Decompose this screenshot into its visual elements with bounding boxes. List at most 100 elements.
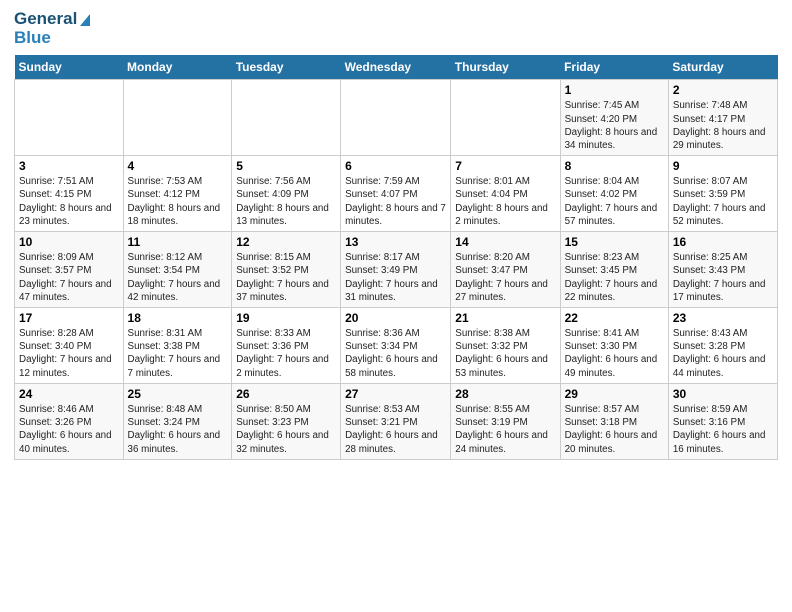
col-header-monday: Monday — [123, 55, 232, 80]
day-cell: 25 Sunrise: 8:48 AM Sunset: 3:24 PM Dayli… — [123, 383, 232, 459]
day-info: Sunrise: 8:59 AM Sunset: 3:16 PM Dayligh… — [673, 403, 773, 456]
day-info: Sunrise: 8:48 AM Sunset: 3:24 PM Dayligh… — [128, 403, 228, 456]
header-row: SundayMondayTuesdayWednesdayThursdayFrid… — [15, 55, 778, 80]
logo-blue: Blue — [14, 29, 90, 48]
day-info: Sunrise: 8:53 AM Sunset: 3:21 PM Dayligh… — [345, 403, 446, 456]
day-info: Sunrise: 7:53 AM Sunset: 4:12 PM Dayligh… — [128, 175, 228, 228]
week-row-3: 17 Sunrise: 8:28 AM Sunset: 3:40 PM Dayli… — [15, 308, 778, 384]
day-number: 26 — [236, 387, 336, 401]
day-cell: 30 Sunrise: 8:59 AM Sunset: 3:16 PM Dayli… — [668, 383, 777, 459]
day-cell: 13 Sunrise: 8:17 AM Sunset: 3:49 PM Dayli… — [341, 232, 451, 308]
day-cell: 21 Sunrise: 8:38 AM Sunset: 3:32 PM Dayli… — [451, 308, 560, 384]
day-cell: 27 Sunrise: 8:53 AM Sunset: 3:21 PM Dayli… — [341, 383, 451, 459]
day-cell: 8 Sunrise: 8:04 AM Sunset: 4:02 PM Daylig… — [560, 156, 668, 232]
day-number: 12 — [236, 235, 336, 249]
day-info: Sunrise: 8:31 AM Sunset: 3:38 PM Dayligh… — [128, 327, 228, 380]
day-info: Sunrise: 8:01 AM Sunset: 4:04 PM Dayligh… — [455, 175, 555, 228]
day-number: 3 — [19, 159, 119, 173]
day-cell: 16Sunrise: 8:25 AM Sunset: 3:43 PM Dayli… — [668, 232, 777, 308]
day-number: 6 — [345, 159, 446, 173]
day-number: 14 — [455, 235, 555, 249]
day-info: Sunrise: 7:56 AM Sunset: 4:09 PM Dayligh… — [236, 175, 336, 228]
day-cell: 26Sunrise: 8:50 AM Sunset: 3:23 PM Dayli… — [232, 383, 341, 459]
day-cell: 2Sunrise: 7:48 AM Sunset: 4:17 PM Daylig… — [668, 80, 777, 156]
day-info: Sunrise: 8:55 AM Sunset: 3:19 PM Dayligh… — [455, 403, 555, 456]
day-number: 11 — [128, 235, 228, 249]
week-row-1: 3 Sunrise: 7:51 AM Sunset: 4:15 PM Daylig… — [15, 156, 778, 232]
day-number: 23 — [673, 311, 773, 325]
day-cell: 18 Sunrise: 8:31 AM Sunset: 3:38 PM Dayli… — [123, 308, 232, 384]
day-info: Sunrise: 8:43 AM Sunset: 3:28 PM Dayligh… — [673, 327, 773, 380]
day-number: 20 — [345, 311, 446, 325]
col-header-tuesday: Tuesday — [232, 55, 341, 80]
day-number: 9 — [673, 159, 773, 173]
day-cell: 11 Sunrise: 8:12 AM Sunset: 3:54 PM Dayli… — [123, 232, 232, 308]
page: General Blue SundayMondayTuesdayWednesda… — [0, 0, 792, 612]
day-cell: 17 Sunrise: 8:28 AM Sunset: 3:40 PM Dayli… — [15, 308, 124, 384]
day-number: 25 — [128, 387, 228, 401]
col-header-thursday: Thursday — [451, 55, 560, 80]
day-info: Sunrise: 7:48 AM Sunset: 4:17 PM Dayligh… — [673, 99, 773, 152]
day-info: Sunrise: 8:57 AM Sunset: 3:18 PM Dayligh… — [565, 403, 664, 456]
day-info: Sunrise: 8:33 AM Sunset: 3:36 PM Dayligh… — [236, 327, 336, 380]
col-header-saturday: Saturday — [668, 55, 777, 80]
day-info: Sunrise: 8:41 AM Sunset: 3:30 PM Dayligh… — [565, 327, 664, 380]
day-cell: 15Sunrise: 8:23 AM Sunset: 3:45 PM Dayli… — [560, 232, 668, 308]
day-info: Sunrise: 8:38 AM Sunset: 3:32 PM Dayligh… — [455, 327, 555, 380]
logo-text-block: General Blue — [14, 10, 90, 47]
day-info: Sunrise: 8:09 AM Sunset: 3:57 PM Dayligh… — [19, 251, 119, 304]
day-number: 27 — [345, 387, 446, 401]
week-row-0: 1 Sunrise: 7:45 AM Sunset: 4:20 PM Daylig… — [15, 80, 778, 156]
day-number: 29 — [565, 387, 664, 401]
day-cell: 28 Sunrise: 8:55 AM Sunset: 3:19 PM Dayli… — [451, 383, 560, 459]
day-number: 21 — [455, 311, 555, 325]
day-info: Sunrise: 8:15 AM Sunset: 3:52 PM Dayligh… — [236, 251, 336, 304]
day-info: Sunrise: 7:51 AM Sunset: 4:15 PM Dayligh… — [19, 175, 119, 228]
day-number: 30 — [673, 387, 773, 401]
day-number: 22 — [565, 311, 664, 325]
day-number: 13 — [345, 235, 446, 249]
day-number: 10 — [19, 235, 119, 249]
day-cell: 14 Sunrise: 8:20 AM Sunset: 3:47 PM Dayli… — [451, 232, 560, 308]
day-cell: 9Sunrise: 8:07 AM Sunset: 3:59 PM Daylig… — [668, 156, 777, 232]
week-row-4: 24 Sunrise: 8:46 AM Sunset: 3:26 PM Dayli… — [15, 383, 778, 459]
day-cell: 5 Sunrise: 7:56 AM Sunset: 4:09 PM Daylig… — [232, 156, 341, 232]
day-info: Sunrise: 7:45 AM Sunset: 4:20 PM Dayligh… — [565, 99, 664, 152]
day-cell: 29 Sunrise: 8:57 AM Sunset: 3:18 PM Dayli… — [560, 383, 668, 459]
day-cell — [341, 80, 451, 156]
day-number: 28 — [455, 387, 555, 401]
day-number: 24 — [19, 387, 119, 401]
day-cell — [15, 80, 124, 156]
day-cell: 19 Sunrise: 8:33 AM Sunset: 3:36 PM Dayli… — [232, 308, 341, 384]
day-info: Sunrise: 8:28 AM Sunset: 3:40 PM Dayligh… — [19, 327, 119, 380]
day-number: 5 — [236, 159, 336, 173]
day-cell: 7 Sunrise: 8:01 AM Sunset: 4:04 PM Daylig… — [451, 156, 560, 232]
day-info: Sunrise: 8:04 AM Sunset: 4:02 PM Dayligh… — [565, 175, 664, 228]
day-cell: 23 Sunrise: 8:43 AM Sunset: 3:28 PM Dayli… — [668, 308, 777, 384]
day-info: Sunrise: 8:46 AM Sunset: 3:26 PM Dayligh… — [19, 403, 119, 456]
day-cell — [232, 80, 341, 156]
day-cell: 3 Sunrise: 7:51 AM Sunset: 4:15 PM Daylig… — [15, 156, 124, 232]
day-info: Sunrise: 7:59 AM Sunset: 4:07 PM Dayligh… — [345, 175, 446, 228]
day-cell: 6 Sunrise: 7:59 AM Sunset: 4:07 PM Daylig… — [341, 156, 451, 232]
day-number: 7 — [455, 159, 555, 173]
day-number: 4 — [128, 159, 228, 173]
day-info: Sunrise: 8:23 AM Sunset: 3:45 PM Dayligh… — [565, 251, 664, 304]
day-number: 17 — [19, 311, 119, 325]
logo: General Blue — [14, 10, 90, 47]
day-info: Sunrise: 8:36 AM Sunset: 3:34 PM Dayligh… — [345, 327, 446, 380]
day-cell: 10 Sunrise: 8:09 AM Sunset: 3:57 PM Dayli… — [15, 232, 124, 308]
day-number: 19 — [236, 311, 336, 325]
day-number: 1 — [565, 83, 664, 97]
day-cell — [123, 80, 232, 156]
header: General Blue — [14, 10, 778, 47]
col-header-sunday: Sunday — [15, 55, 124, 80]
day-number: 18 — [128, 311, 228, 325]
day-info: Sunrise: 8:12 AM Sunset: 3:54 PM Dayligh… — [128, 251, 228, 304]
day-number: 8 — [565, 159, 664, 173]
day-info: Sunrise: 8:25 AM Sunset: 3:43 PM Dayligh… — [673, 251, 773, 304]
day-info: Sunrise: 8:20 AM Sunset: 3:47 PM Dayligh… — [455, 251, 555, 304]
day-cell: 22 Sunrise: 8:41 AM Sunset: 3:30 PM Dayli… — [560, 308, 668, 384]
day-cell — [451, 80, 560, 156]
day-info: Sunrise: 8:17 AM Sunset: 3:49 PM Dayligh… — [345, 251, 446, 304]
